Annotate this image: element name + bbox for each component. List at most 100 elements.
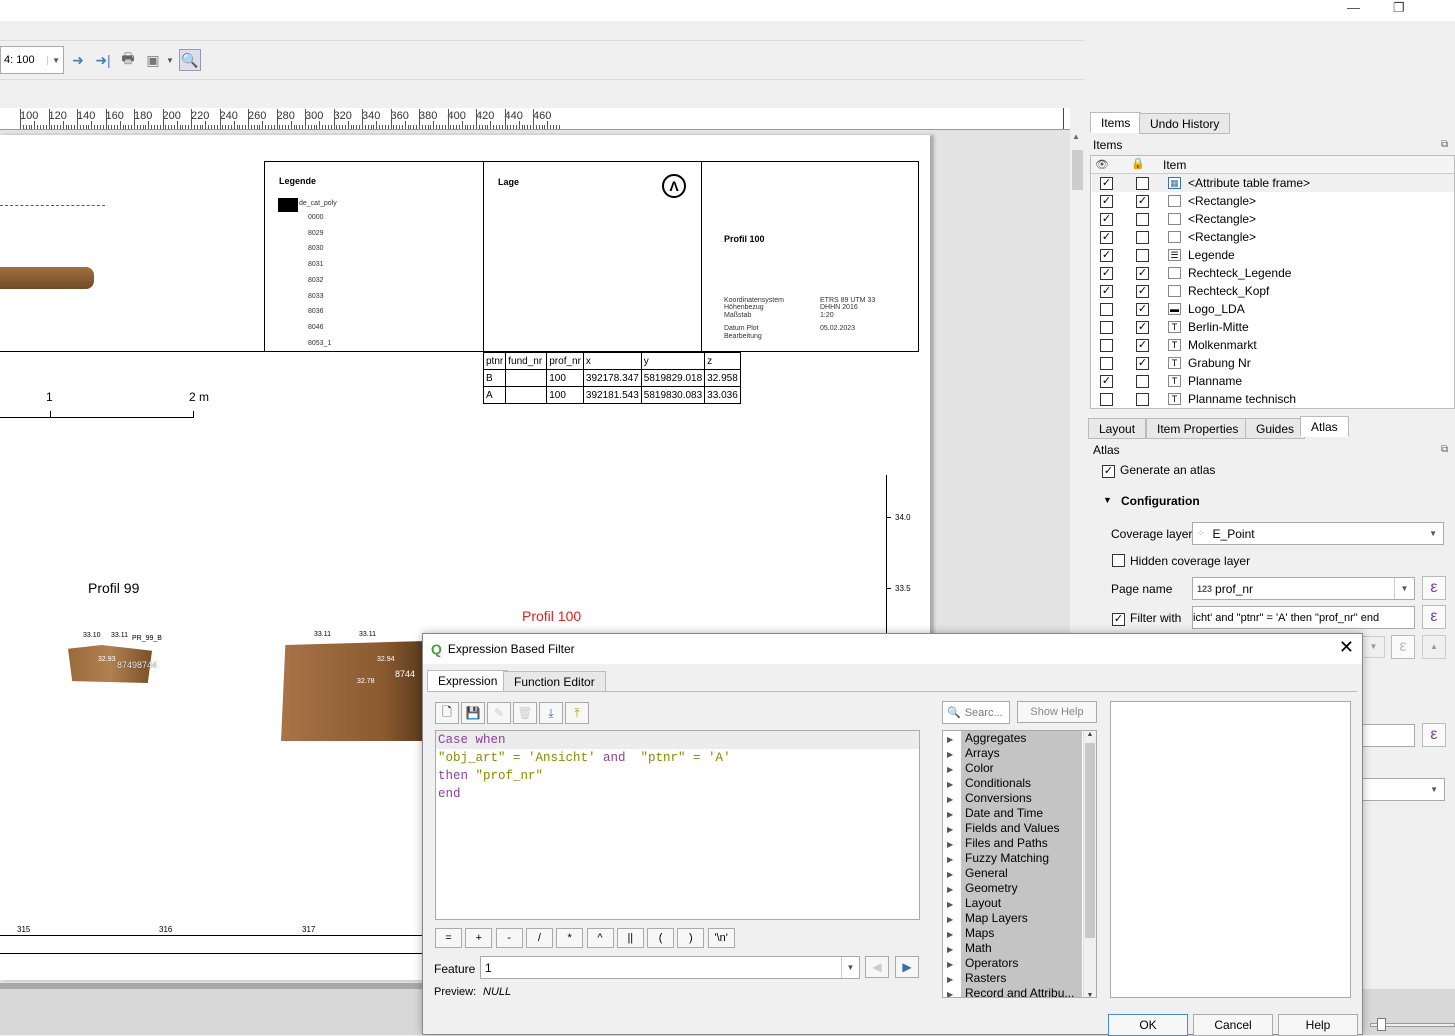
function-search-input[interactable]: 🔍 Searc... <box>942 701 1010 724</box>
sort-combo-arrow[interactable]: ▼ <box>1362 636 1385 658</box>
visibility-checkbox[interactable] <box>1100 356 1113 370</box>
tab-expression[interactable]: Expression <box>427 670 509 691</box>
cancel-button[interactable]: Cancel <box>1193 1014 1273 1036</box>
output-expression-button[interactable]: ε <box>1422 723 1446 747</box>
function-group[interactable]: ▶ Map Layers <box>947 911 1028 926</box>
tab-items[interactable]: Items <box>1090 112 1142 133</box>
edit-icon[interactable]: ✎ <box>487 702 511 724</box>
atlas-preview-icon[interactable]: 🔍 <box>179 49 201 71</box>
tab-atlas[interactable]: Atlas <box>1300 416 1349 437</box>
export-icon[interactable]: ▣ <box>143 50 163 70</box>
lock-checkbox[interactable] <box>1136 212 1149 226</box>
visibility-checkbox[interactable] <box>1100 392 1113 406</box>
lock-checkbox[interactable]: ✓ <box>1136 356 1149 370</box>
function-group[interactable]: ▶ Operators <box>947 956 1018 971</box>
ok-button[interactable]: OK <box>1108 1014 1188 1036</box>
tab-function-editor[interactable]: Function Editor <box>503 671 606 692</box>
next-feature-icon[interactable]: ➜ <box>68 50 88 70</box>
item-row[interactable]: ✓ T Planname <box>1092 372 1454 390</box>
lock-checkbox[interactable] <box>1136 176 1149 190</box>
visibility-checkbox[interactable] <box>1100 302 1113 316</box>
item-row[interactable]: ✓ ▬ Logo_LDA <box>1092 300 1454 318</box>
visibility-checkbox[interactable]: ✓ <box>1100 284 1113 298</box>
last-feature-icon[interactable]: ➜| <box>93 50 113 70</box>
hidden-coverage-checkbox[interactable] <box>1112 554 1125 570</box>
operator-button[interactable]: / <box>525 928 553 948</box>
tree-scrollbar[interactable]: ▲ ▼ <box>1083 731 1096 997</box>
function-group[interactable]: ▶ Geometry <box>947 881 1018 896</box>
collapse-icon[interactable]: ▼ <box>1103 495 1112 505</box>
minimize-button[interactable]: — <box>1347 0 1360 15</box>
export-format-combo[interactable]: ▼ <box>1362 778 1445 801</box>
close-icon[interactable]: ✕ <box>1339 637 1354 658</box>
function-group[interactable]: ▶ Conditionals <box>947 776 1031 791</box>
visibility-checkbox[interactable]: ✓ <box>1100 212 1113 226</box>
item-row[interactable]: ✓ ✓ <Rectangle> <box>1092 192 1454 210</box>
lock-checkbox[interactable]: ✓ <box>1136 320 1149 334</box>
function-group[interactable]: ▶ Arrays <box>947 746 1000 761</box>
operator-button[interactable]: ( <box>647 928 675 948</box>
sort-expression-button[interactable]: ε <box>1391 635 1415 659</box>
previous-feature-icon[interactable]: ◀ <box>865 956 889 978</box>
operator-button[interactable]: ^ <box>586 928 614 948</box>
visibility-checkbox[interactable]: ✓ <box>1100 194 1113 208</box>
operator-button[interactable]: = <box>435 928 462 948</box>
expression-editor[interactable]: Case when "obj_art" = 'Ansicht' and "ptnr… <box>435 730 920 920</box>
float-icon[interactable]: ⧉ <box>1441 444 1448 455</box>
lock-checkbox[interactable]: ✓ <box>1136 302 1149 316</box>
function-group[interactable]: ▶ Aggregates <box>947 731 1026 746</box>
item-row[interactable]: ✓ ☰ Legende <box>1092 246 1454 264</box>
function-group[interactable]: ▶ Fuzzy Matching <box>947 851 1049 866</box>
lock-checkbox[interactable] <box>1136 248 1149 262</box>
zoom-slider-handle[interactable] <box>1377 1018 1386 1031</box>
operator-button[interactable]: || <box>616 928 644 948</box>
visibility-checkbox[interactable] <box>1100 320 1113 334</box>
filter-expression-input[interactable]: icht' and "ptnr" = 'A' then "prof_nr" en… <box>1192 606 1415 629</box>
item-row[interactable]: ✓ <Rectangle> <box>1092 210 1454 228</box>
function-group[interactable]: ▶ Math <box>947 941 992 956</box>
help-button[interactable]: Help <box>1278 1014 1358 1036</box>
float-icon[interactable]: ⧉ <box>1441 139 1448 150</box>
item-row[interactable]: ✓ ▦ <Attribute table frame> <box>1092 174 1454 192</box>
function-group[interactable]: ▶ Date and Time <box>947 806 1043 821</box>
export-dropdown-icon[interactable]: ▼ <box>166 56 174 65</box>
filter-expression-button[interactable]: ε <box>1422 605 1446 629</box>
lock-checkbox[interactable] <box>1136 230 1149 244</box>
filter-checkbox[interactable]: ✓ <box>1112 611 1125 626</box>
show-help-button[interactable]: Show Help <box>1017 701 1097 723</box>
function-group[interactable]: ▶ General <box>947 866 1008 881</box>
visibility-checkbox[interactable]: ✓ <box>1100 248 1113 262</box>
operator-button[interactable]: + <box>465 928 493 948</box>
lock-checkbox[interactable] <box>1136 392 1149 406</box>
lock-checkbox[interactable] <box>1136 374 1149 388</box>
atlas-page-combo[interactable]: 4: 100 ▼ <box>0 46 64 74</box>
item-row[interactable]: ✓ ✓ Rechteck_Legende <box>1092 264 1454 282</box>
item-row[interactable]: ✓ ✓ Rechteck_Kopf <box>1092 282 1454 300</box>
restore-button[interactable]: ❐ <box>1393 0 1405 16</box>
operator-button[interactable]: '\n' <box>707 928 735 948</box>
tab-item-properties[interactable]: Item Properties <box>1146 418 1250 439</box>
lock-checkbox[interactable]: ✓ <box>1136 338 1149 352</box>
coverage-layer-combo[interactable]: ⁘ E_Point ▼ <box>1192 522 1444 545</box>
item-row[interactable]: ✓ <Rectangle> <box>1092 228 1454 246</box>
output-filename-input[interactable] <box>1362 724 1415 747</box>
visibility-checkbox[interactable] <box>1100 338 1113 352</box>
new-file-icon[interactable]: 🗋 <box>435 702 459 724</box>
sort-order-button[interactable]: ▲ <box>1422 635 1446 659</box>
lock-checkbox[interactable]: ✓ <box>1136 194 1149 208</box>
page-name-expression-button[interactable]: ε <box>1422 576 1446 600</box>
item-row[interactable]: ✓ T Molkenmarkt <box>1092 336 1454 354</box>
visibility-checkbox[interactable]: ✓ <box>1100 230 1113 244</box>
operator-button[interactable]: - <box>495 928 523 948</box>
lock-checkbox[interactable]: ✓ <box>1136 284 1149 298</box>
item-row[interactable]: T Planname technisch <box>1092 390 1454 408</box>
visibility-checkbox[interactable]: ✓ <box>1100 176 1113 190</box>
function-group[interactable]: ▶ Conversions <box>947 791 1032 806</box>
tab-undo-history[interactable]: Undo History <box>1139 113 1231 134</box>
function-tree[interactable]: ▶ Aggregates ▶ Arrays ▶ Color ▶ Conditionals ▶ Co… <box>942 730 1097 998</box>
generate-atlas-checkbox[interactable]: ✓ <box>1102 463 1115 478</box>
function-group[interactable]: ▶ Rasters <box>947 971 1006 986</box>
visibility-checkbox[interactable]: ✓ <box>1100 374 1113 388</box>
operator-button[interactable]: * <box>556 928 584 948</box>
function-group[interactable]: ▶ Fields and Values <box>947 821 1060 836</box>
